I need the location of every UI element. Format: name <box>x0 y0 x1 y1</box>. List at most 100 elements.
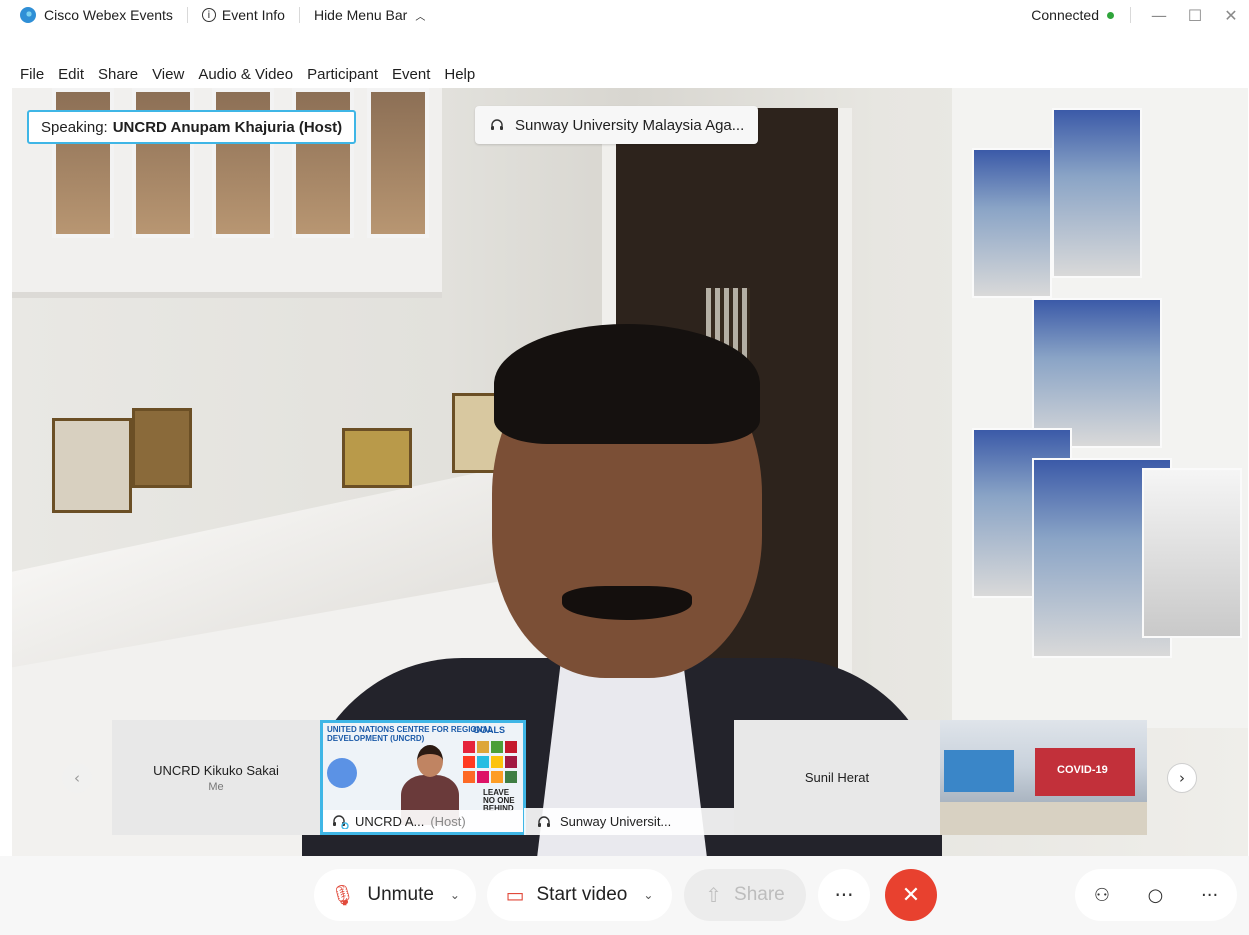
scene-frame <box>132 408 192 488</box>
menu-share[interactable]: Share <box>98 66 138 83</box>
participant-tile-sunway-label[interactable]: Sunway Universit... <box>524 808 734 835</box>
video-off-icon: ▭ <box>505 883 525 907</box>
chevron-up-icon: ︿ <box>415 11 426 23</box>
more-panels-icon[interactable]: ··· <box>1201 885 1218 906</box>
room-screen-right: COVID-19 <box>1035 748 1135 796</box>
speaker-name: UNCRD Anupam Khajuria (Host) <box>112 118 343 136</box>
participant-tile[interactable]: Sunil Herat <box>734 720 940 835</box>
scene-poster <box>1142 468 1242 638</box>
menu-participant[interactable]: Participant <box>307 66 378 83</box>
sdg-tile <box>477 741 489 753</box>
connected-dot-icon <box>1107 11 1114 19</box>
active-speaker-indicator: Speaking: UNCRD Anupam Khajuria (Host) <box>27 110 357 144</box>
un-logo-icon <box>327 758 357 788</box>
sdg-tile <box>491 756 503 768</box>
menu-event[interactable]: Event <box>392 66 430 83</box>
participant-role: (Host) <box>430 813 466 829</box>
menu-help[interactable]: Help <box>444 66 475 83</box>
menu-audio-video[interactable]: Audio & Video <box>198 66 293 83</box>
divider <box>1130 7 1131 23</box>
sdg-tile <box>505 741 517 753</box>
headset-icon <box>538 815 550 827</box>
app-name: Cisco Webex Events <box>44 7 173 23</box>
divider <box>186 7 188 23</box>
slide-goals: GOALS <box>473 725 506 735</box>
sdg-tile <box>491 771 503 783</box>
chevron-down-icon[interactable]: ⌄ <box>643 888 653 902</box>
scene-glass <box>367 88 429 238</box>
share-button[interactable]: ⇧ Share <box>684 869 806 921</box>
chevron-down-icon[interactable]: ⌄ <box>450 888 460 902</box>
chat-icon[interactable]: ○ <box>1148 885 1164 906</box>
menu-edit[interactable]: Edit <box>58 66 84 83</box>
divider <box>298 7 300 23</box>
scene-poster <box>1032 298 1162 448</box>
participant-name: Sunil Herat <box>804 770 870 785</box>
speaker-mustache <box>562 586 692 620</box>
chevron-right-icon: › <box>1179 769 1185 787</box>
hide-menu-bar-button[interactable]: Hide Menu Bar ︿ <box>314 7 425 23</box>
host-head <box>417 745 443 777</box>
participant-name: Sunway Universit... <box>560 814 672 829</box>
scene-frame <box>52 418 132 513</box>
main-video[interactable]: Speaking: UNCRD Anupam Khajuria (Host) S… <box>12 88 1248 856</box>
window-controls: Connected — ☐ ✕ <box>1031 0 1249 30</box>
sdg-tile <box>463 771 475 783</box>
speaking-prefix: Speaking: <box>41 118 108 136</box>
sdg-tile <box>491 741 503 753</box>
more-options-button[interactable]: ··· <box>818 869 870 921</box>
maximize-icon[interactable]: ☐ <box>1177 0 1213 30</box>
host-tile-label: UNCRD A... (Host) <box>323 810 523 832</box>
filmstrip-prev-button[interactable]: ‹ <box>62 763 92 793</box>
participant-sub: Me <box>208 780 224 793</box>
participant-tile-body: Sunil Herat <box>734 720 940 835</box>
participant-name: UNCRD A... <box>355 813 425 829</box>
participant-tile-room-video[interactable]: COVID-19 <box>940 720 1147 835</box>
filmstrip-next-button[interactable]: › <box>1167 763 1197 793</box>
share-label: Share <box>734 884 785 905</box>
participant-tile-host[interactable]: UNITED NATIONS CENTRE FOR REGIONAL DEVEL… <box>320 720 526 835</box>
sdg-tile <box>505 771 517 783</box>
title-bar: Cisco Webex Events i Event Info Hide Men… <box>0 0 1249 83</box>
app-title: Cisco Webex Events <box>20 7 173 23</box>
sdg-tile <box>463 741 475 753</box>
menu-file[interactable]: File <box>20 66 44 83</box>
active-source-label: Sunway University Malaysia Aga... <box>515 116 745 134</box>
sdg-tile <box>477 756 489 768</box>
room-table <box>940 802 1147 835</box>
close-icon: ✕ <box>901 882 921 908</box>
chevron-left-icon: ‹ <box>74 769 80 787</box>
speaking-headset-icon <box>333 815 349 829</box>
webex-logo-icon <box>20 7 36 23</box>
close-window-icon[interactable]: ✕ <box>1213 0 1249 30</box>
headset-icon <box>491 119 503 130</box>
event-info-button[interactable]: i Event Info <box>201 7 285 23</box>
participants-icon[interactable]: ⚇ <box>1094 885 1110 906</box>
meeting-controls: 🎙 Unmute ⌄ ▭ Start video ⌄ ⇧ Share ··· ✕… <box>0 856 1249 935</box>
leave-event-button[interactable]: ✕ <box>885 869 937 921</box>
participant-tile-body: UNCRD Kikuko Sakai Me <box>112 720 320 835</box>
sdg-tile <box>463 756 475 768</box>
start-video-button[interactable]: ▭ Start video ⌄ <box>487 869 672 921</box>
hide-menu-bar-label: Hide Menu Bar <box>313 7 408 23</box>
connection-status: Connected <box>1031 7 1099 23</box>
minimize-icon[interactable]: — <box>1141 0 1177 30</box>
active-video-source[interactable]: Sunway University Malaysia Aga... <box>475 106 759 144</box>
participant-name: UNCRD Kikuko Sakai <box>153 762 279 778</box>
window-title-row: Cisco Webex Events i Event Info Hide Men… <box>0 0 1249 30</box>
scene-poster <box>1052 108 1142 278</box>
scene-poster <box>972 148 1052 298</box>
info-icon: i <box>201 8 216 22</box>
speaker-hair <box>494 324 760 444</box>
host-video <box>401 743 461 825</box>
room-screen-left <box>944 750 1014 792</box>
room-screen-text: COVID-19 <box>1057 764 1108 776</box>
unmute-label: Unmute <box>367 884 434 905</box>
unmute-button[interactable]: 🎙 Unmute ⌄ <box>314 869 476 921</box>
participant-tile[interactable]: UNCRD Kikuko Sakai Me <box>112 720 320 835</box>
event-info-label: Event Info <box>221 7 285 23</box>
sdg-tile <box>505 756 517 768</box>
more-icon: ··· <box>834 883 854 907</box>
sdg-tile <box>477 771 489 783</box>
menu-view[interactable]: View <box>152 66 184 83</box>
